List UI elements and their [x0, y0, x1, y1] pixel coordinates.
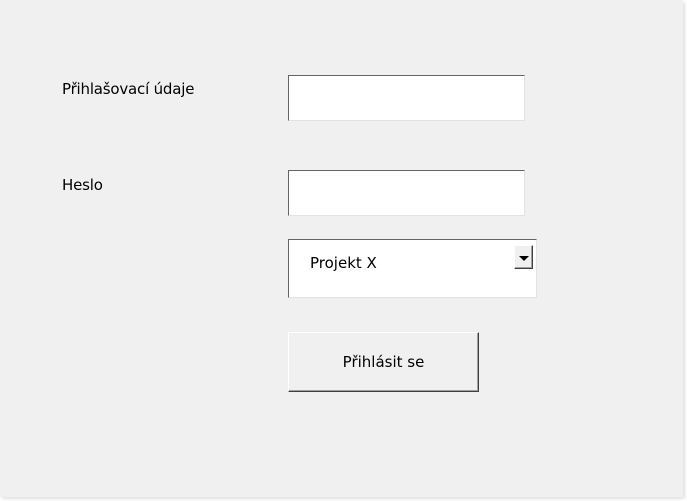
- password-input[interactable]: [288, 170, 525, 216]
- project-select-dropdown-button[interactable]: [514, 245, 533, 269]
- login-button[interactable]: Přihlásit se: [288, 332, 479, 392]
- login-window: Přihlašovací údaje Heslo Projekt X Přihl…: [0, 0, 683, 497]
- project-select[interactable]: Projekt X: [288, 239, 537, 298]
- chevron-down-icon: [519, 256, 529, 261]
- login-label: Přihlašovací údaje: [62, 80, 195, 98]
- login-input[interactable]: [288, 75, 525, 121]
- project-select-value: Projekt X: [310, 254, 377, 272]
- password-label: Heslo: [62, 176, 103, 194]
